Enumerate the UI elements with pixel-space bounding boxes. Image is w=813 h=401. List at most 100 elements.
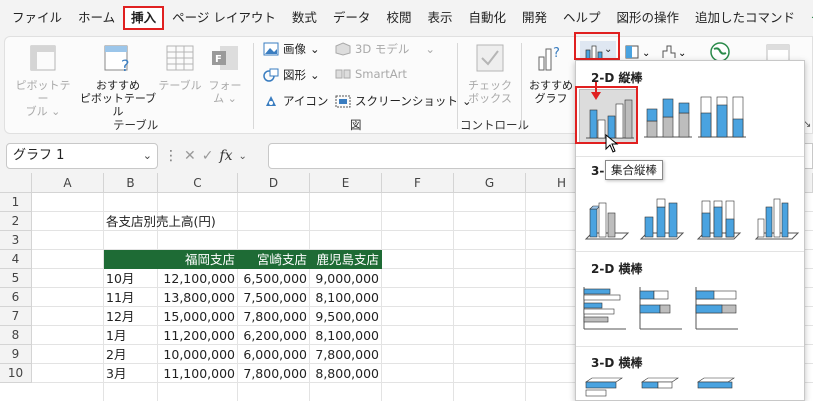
confirm-icon[interactable]: ✓ [202,148,214,164]
pivot-table-label: ピボットテー ブル ⌄ [15,79,71,118]
month-cell[interactable]: 10月 [106,269,158,288]
menu-tab[interactable]: グ [803,6,813,30]
month-cell[interactable]: 1月 [106,326,158,345]
value-cell[interactable]: 11,200,000 [158,326,238,345]
value-cell[interactable]: 7,800,000 [238,307,310,326]
value-cell[interactable]: 6,000,000 [238,345,310,364]
row-header[interactable]: 8 [0,326,32,345]
ribbon-separator [253,43,254,129]
value-cell[interactable]: 10,000,000 [158,345,238,364]
3d-model-button[interactable]: 3D モデル ⌄ [335,41,435,57]
value-cell[interactable]: 9,000,000 [310,269,382,288]
value-cell[interactable]: 13,800,000 [158,288,238,307]
percent-stacked-column-icon [698,96,746,138]
smartart-label: SmartArt [355,67,407,81]
checkbox-button[interactable]: チェック ボックス [465,43,515,105]
column-header[interactable]: C [158,173,238,193]
menu-tab[interactable]: データ [325,6,379,30]
smartart-button[interactable]: SmartArt [335,67,407,81]
value-cell[interactable]: 7,800,000 [238,364,310,383]
menu-tab[interactable]: 図形の操作 [609,6,688,30]
row-header[interactable]: 1 [0,193,32,212]
shape-chevron-icon: ⌄ [310,68,320,82]
row-header[interactable]: 3 [0,231,32,250]
recommended-pivot-button[interactable]: ? おすすめ ピボットテーブル [77,43,159,118]
value-cell[interactable]: 9,500,000 [310,307,382,326]
form-button[interactable]: F フォー ム ⌄ [205,43,245,105]
percent-stacked-column-option[interactable] [696,91,748,143]
select-all-corner[interactable] [0,173,32,193]
month-cell[interactable]: 12月 [106,307,158,326]
section-3d-column: 3- [591,164,605,178]
name-box[interactable]: グラフ 1 ⌄ [6,143,158,169]
header-cell[interactable]: 鹿児島支店 [310,250,382,269]
column-chart-highlight [574,32,620,60]
row-header[interactable]: 5 [0,269,32,288]
table-icon [166,45,194,71]
menu-tab[interactable]: ホーム [70,6,123,30]
value-cell[interactable]: 11,100,000 [158,364,238,383]
value-cell[interactable]: 12,100,000 [158,269,238,288]
column-header[interactable]: A [32,173,104,193]
menu-tab[interactable]: 自動化 [460,6,514,30]
sheet-title-cell[interactable]: 各支店別売上高(円) [106,212,266,231]
header-cell-empty[interactable] [104,250,158,269]
row-header[interactable]: 7 [0,307,32,326]
gridline [103,193,104,401]
row-header[interactable]: 6 [0,288,32,307]
screenshot-label: スクリーンショット [355,94,458,108]
pivot-table-icon [30,45,56,71]
month-cell[interactable]: 2月 [106,345,158,364]
row-header[interactable]: 4 [0,250,32,269]
row-header[interactable]: 10 [0,364,32,383]
insert-function-icon[interactable]: fx [219,148,232,164]
screenshot-button[interactable]: スクリーンショット ⌄ [335,93,472,109]
pivot-table-button[interactable]: ピボットテー ブル ⌄ [13,43,73,118]
name-box-chevron-icon: ⌄ [142,149,152,162]
icon-button[interactable]: アイコン [263,93,328,109]
header-cell[interactable]: 福岡支店 [158,250,238,269]
dropdown-separator [576,346,804,347]
row-header[interactable]: 9 [0,345,32,364]
image-button[interactable]: 画像 ⌄ [263,41,320,57]
menu-tab[interactable]: 表示 [419,6,460,30]
column-header[interactable]: B [104,173,158,193]
stacked-column-option[interactable] [642,91,694,143]
value-cell[interactable]: 6,200,000 [238,326,310,345]
3d-clustered-column-icon [584,202,630,240]
value-cell[interactable]: 8,100,000 [310,288,382,307]
shape-button[interactable]: 図形 ⌄ [263,67,320,83]
value-cell[interactable]: 7,500,000 [238,288,310,307]
row-header[interactable]: 2 [0,212,32,231]
menu-tab[interactable]: 挿入 [123,6,165,30]
menu-tab[interactable]: 開発 [514,6,555,30]
gridline [453,193,454,401]
2d-bar-row [582,283,752,333]
column-header[interactable]: E [310,173,382,193]
dropdown-separator [576,156,804,157]
group-table-label: テーブル [113,118,159,132]
menu-tab[interactable]: ページ レイアウト [164,6,284,30]
column-header[interactable]: G [454,173,526,193]
month-cell[interactable]: 3月 [106,364,158,383]
svg-text:?: ? [121,56,130,73]
value-cell[interactable]: 7,800,000 [310,345,382,364]
menu-tab[interactable]: 数式 [284,6,325,30]
column-header[interactable]: F [382,173,454,193]
value-cell[interactable]: 8,100,000 [310,326,382,345]
value-cell[interactable]: 8,800,000 [310,364,382,383]
value-cell[interactable]: 6,500,000 [238,269,310,288]
table-button[interactable]: テーブル [157,43,203,92]
menu-tab[interactable]: ファイル [4,6,70,30]
month-cell[interactable]: 11月 [106,288,158,307]
cancel-icon[interactable]: ✕ [184,148,196,164]
menu-bar: ファイル ホーム 挿入 ページ レイアウト 数式 データ 校閲 表示 自動化 開発 ヘルプ 図形の操作… [0,0,813,36]
recommended-chart-button[interactable]: ? おすすめ グラフ [527,43,575,105]
svg-text:F: F [215,54,222,65]
menu-tab[interactable]: ヘルプ [555,6,609,30]
menu-tab[interactable]: 校閲 [378,6,419,30]
column-header[interactable]: D [238,173,310,193]
value-cell[interactable]: 15,000,000 [158,307,238,326]
header-cell[interactable]: 宮崎支店 [238,250,310,269]
menu-tab[interactable]: 追加したコマンド [687,6,803,30]
